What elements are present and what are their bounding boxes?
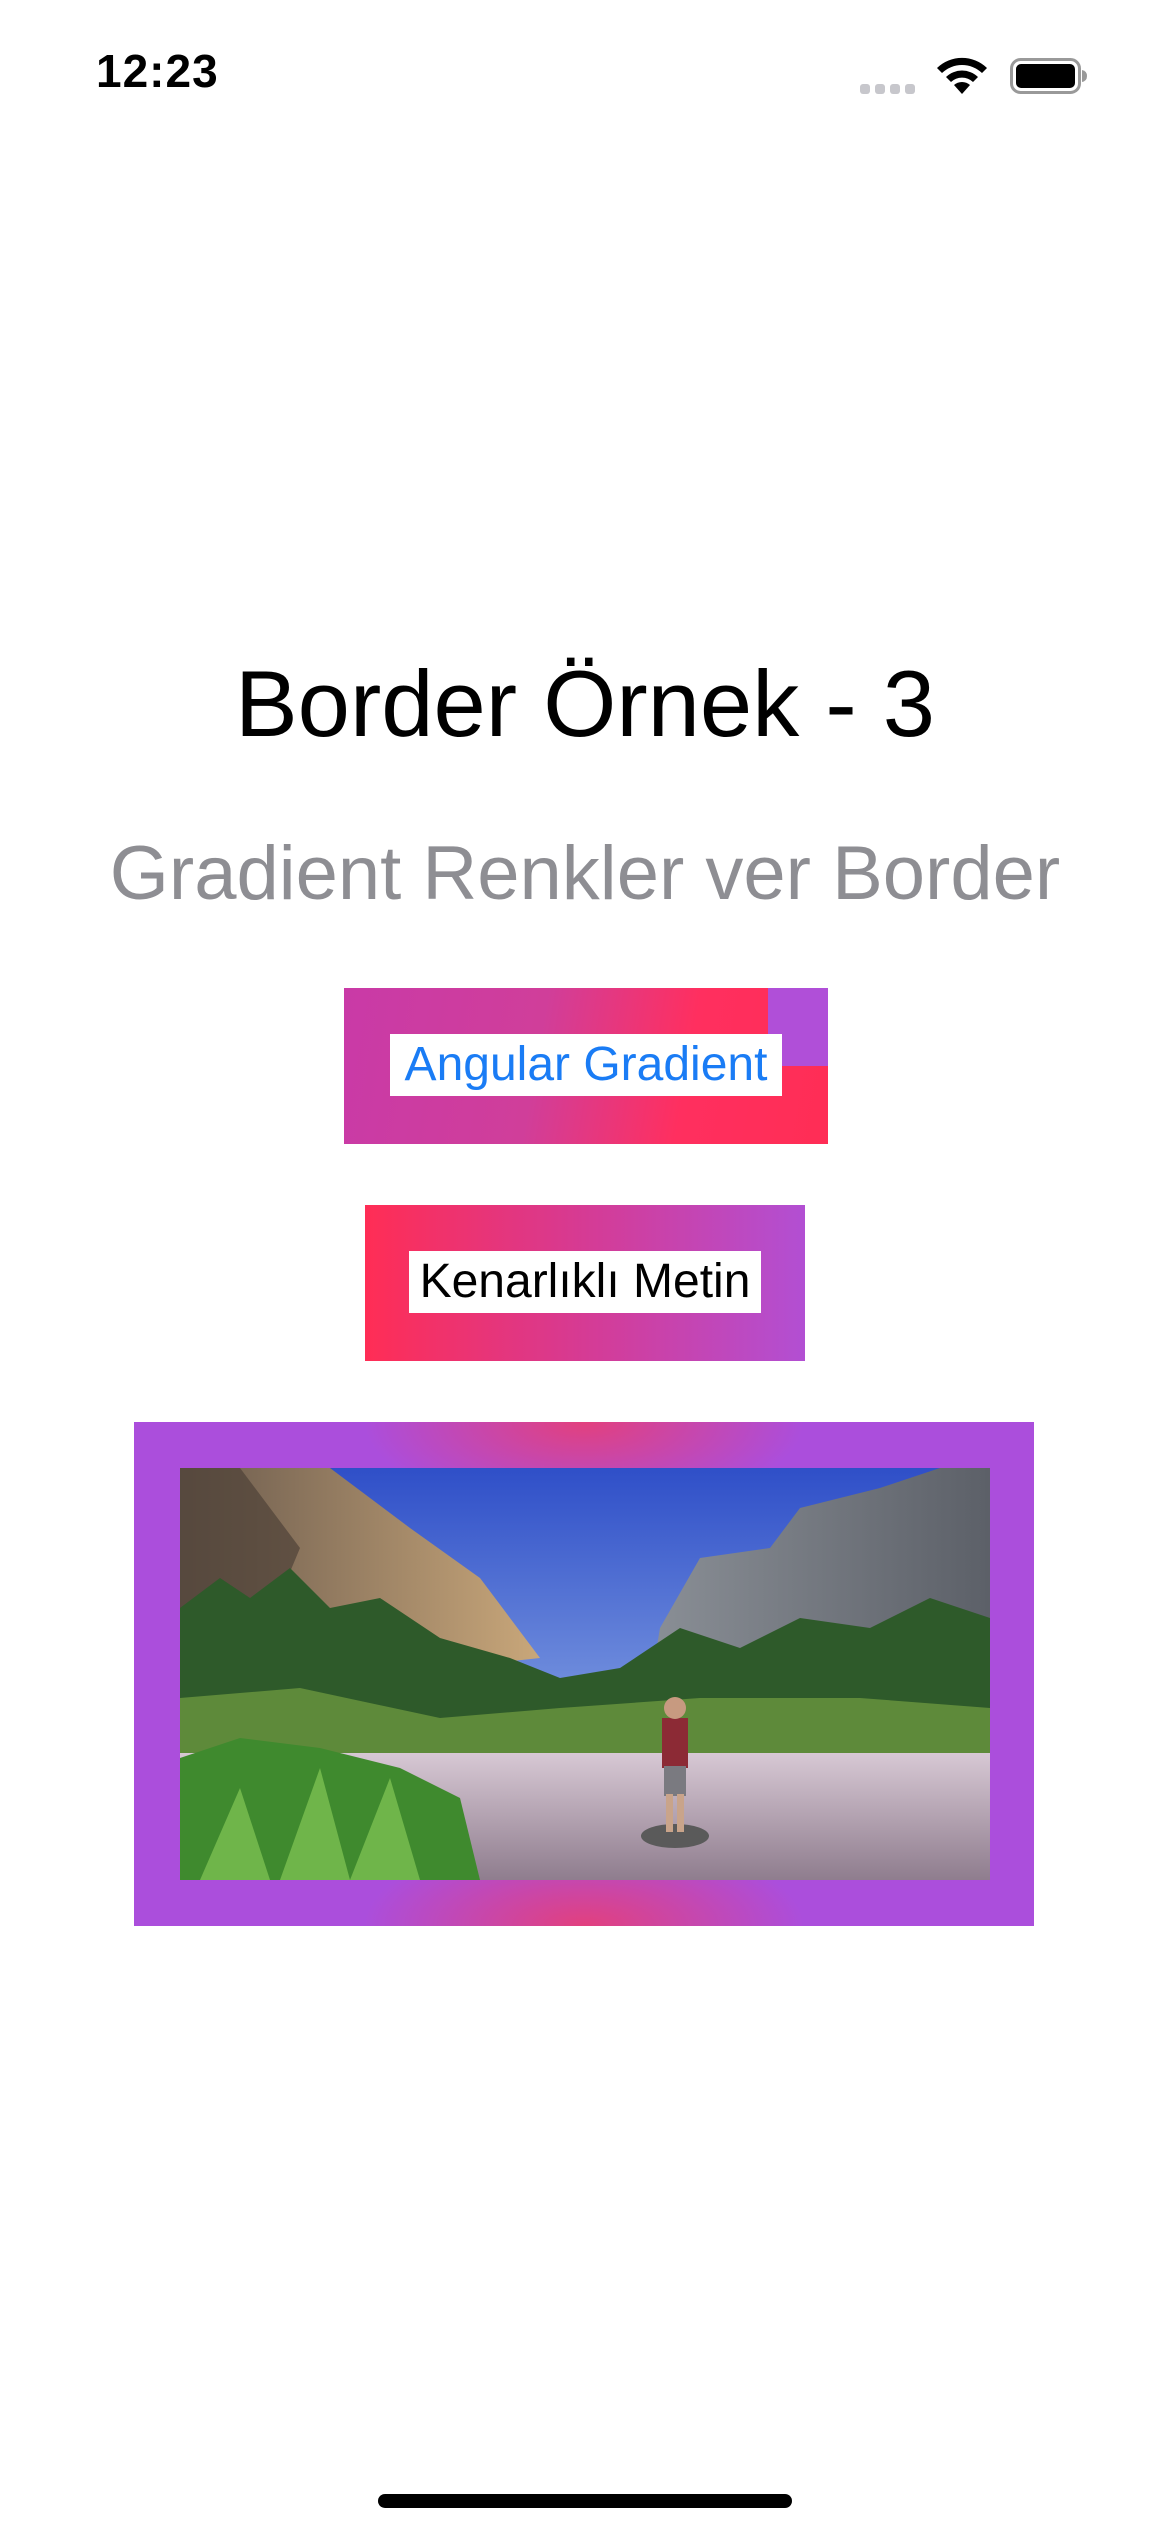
home-indicator[interactable] <box>378 2494 792 2508</box>
angular-gradient-border: Angular Gradient <box>344 988 828 1144</box>
status-time: 12:23 <box>96 45 219 97</box>
page-title: Border Örnek - 3 <box>234 651 936 756</box>
landscape-image <box>180 1468 990 1880</box>
wifi-icon <box>937 57 987 94</box>
angular-gradient-label[interactable]: Angular Gradient <box>390 1034 782 1096</box>
battery-icon <box>1010 58 1087 94</box>
image-gradient-frame <box>134 1422 1034 1926</box>
page-subtitle: Gradient Renkler ver Border <box>109 831 1061 916</box>
bordered-text-border: Kenarlıklı Metin <box>365 1205 805 1361</box>
status-bar: 12:23 <box>0 0 1170 150</box>
status-icons <box>860 52 1120 98</box>
bordered-text-label: Kenarlıklı Metin <box>409 1251 761 1313</box>
signal-icon <box>860 82 916 94</box>
